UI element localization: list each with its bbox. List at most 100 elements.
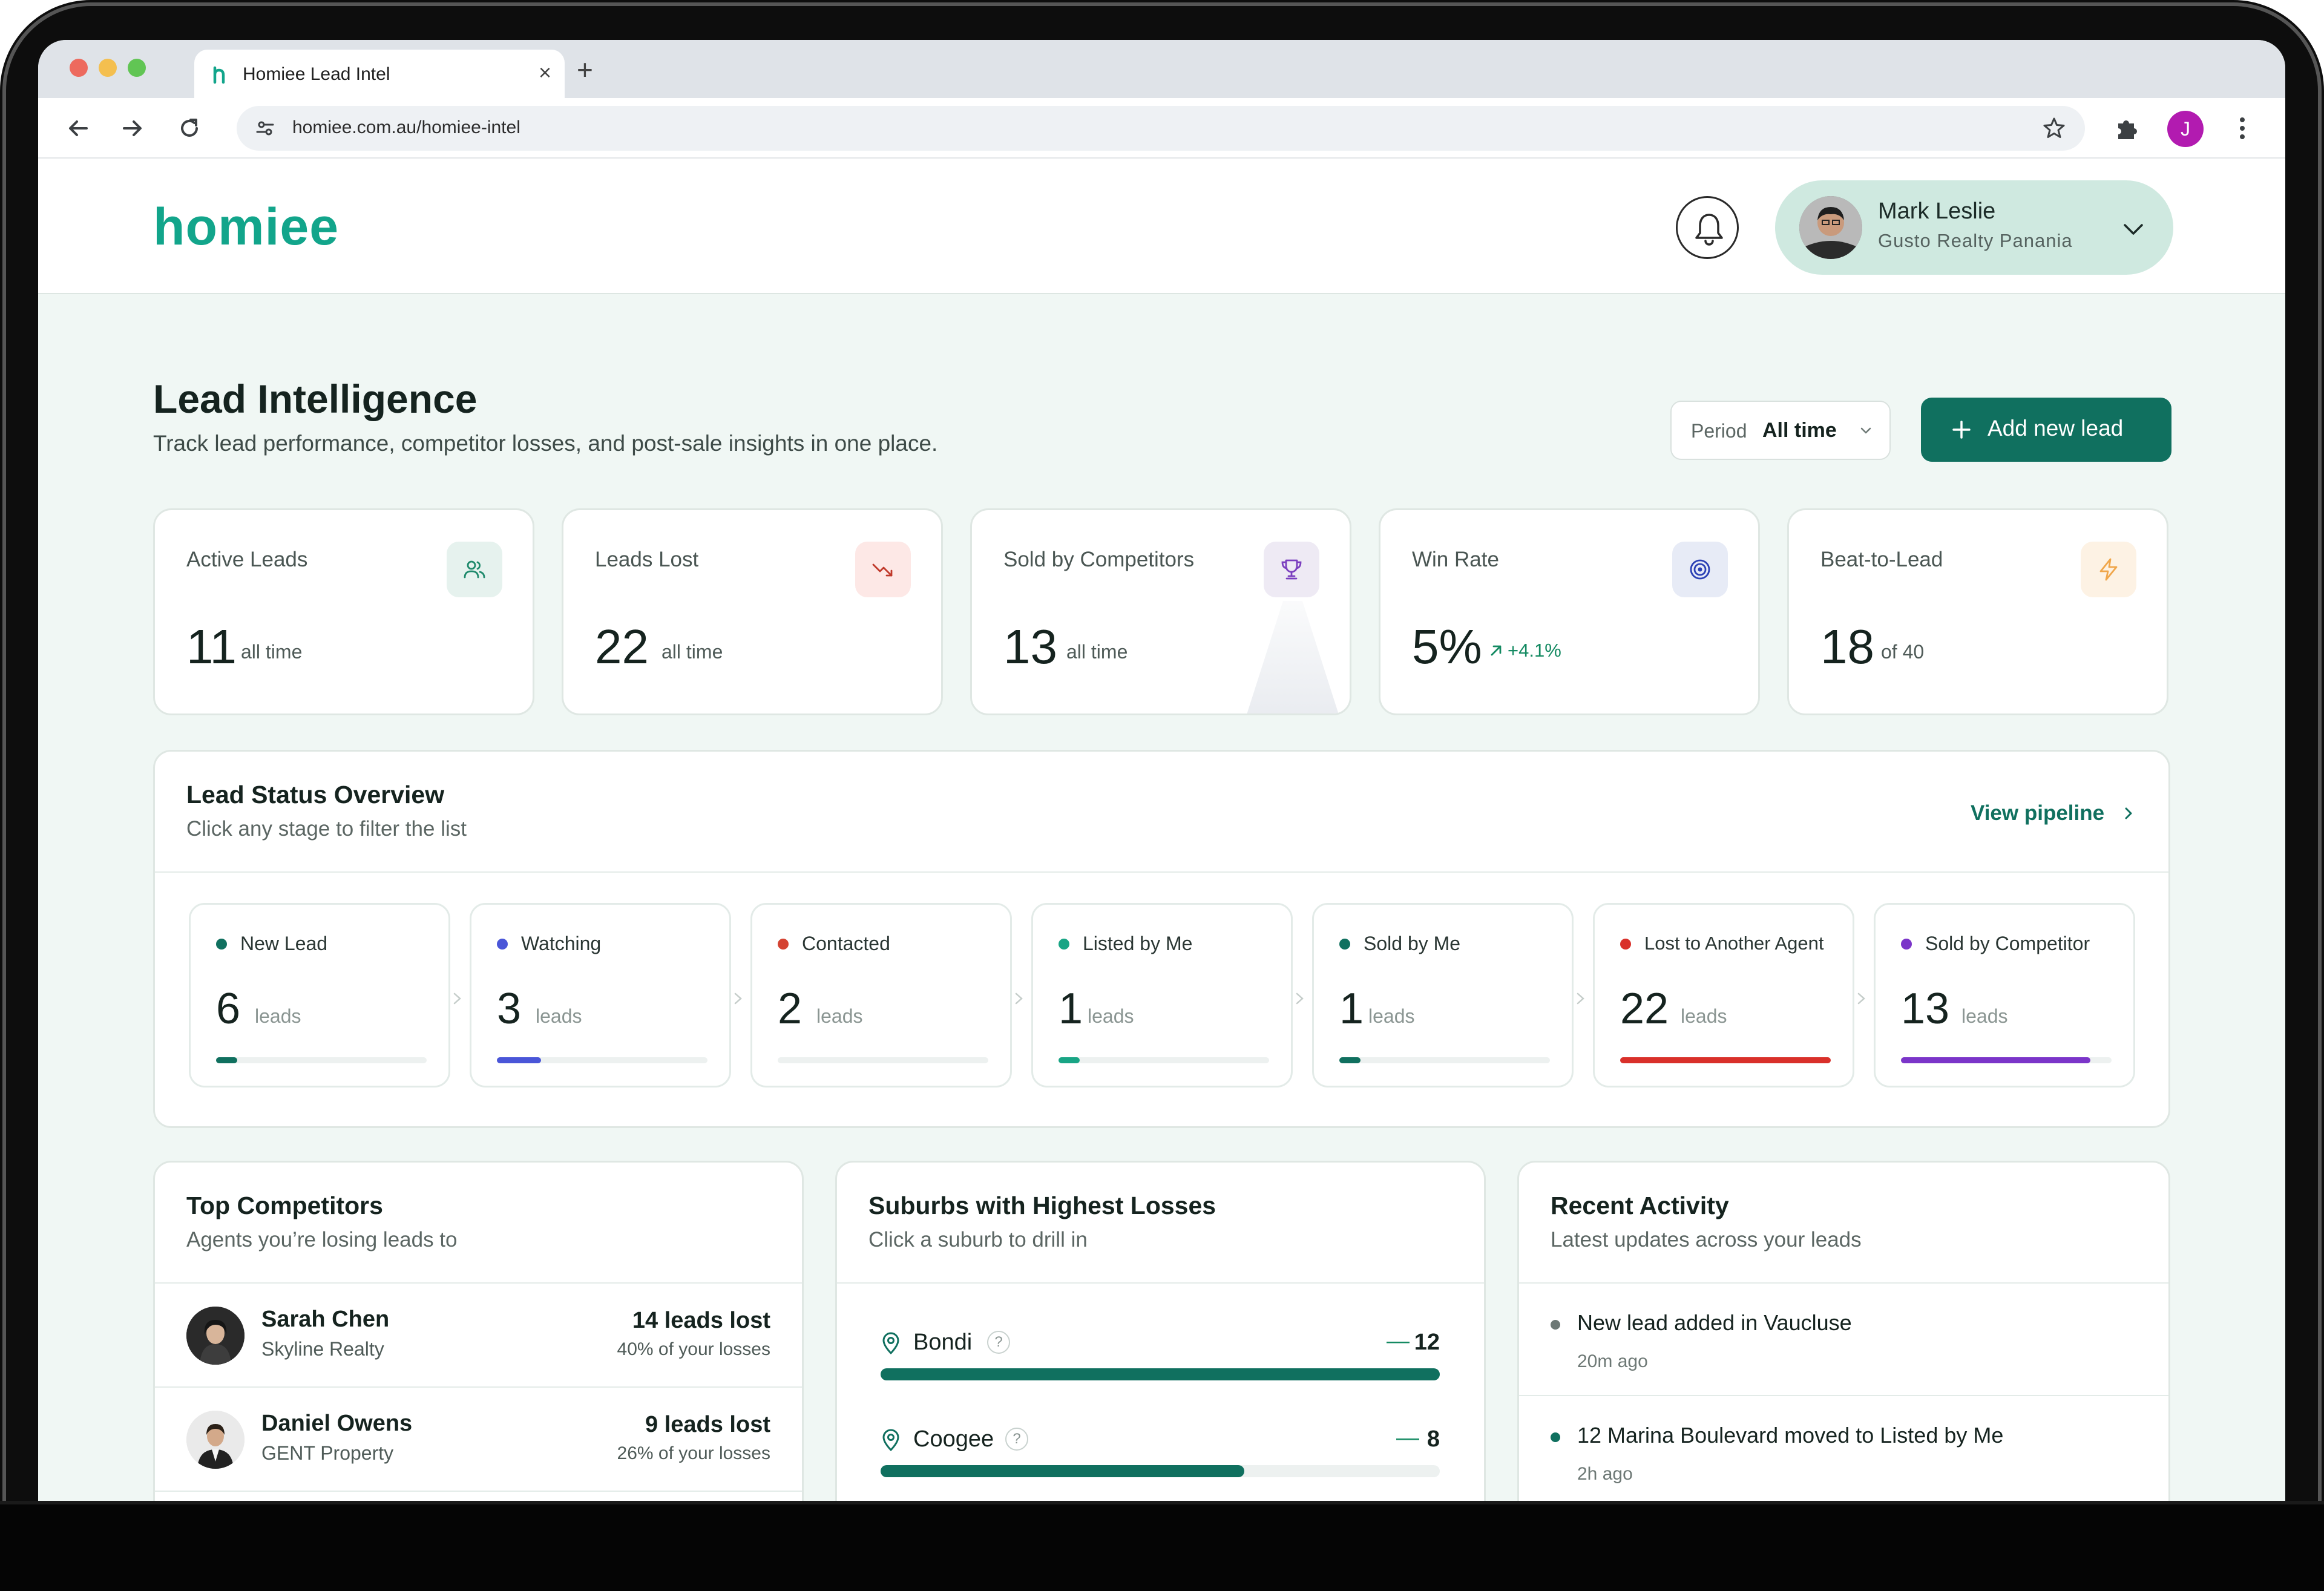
map-pin-icon — [882, 1429, 899, 1451]
panel-subtitle: Click any stage to filter the list — [186, 817, 467, 841]
status-dot — [1339, 939, 1350, 950]
chevron-right-icon — [1015, 992, 1023, 1005]
chevron-right-icon — [453, 992, 461, 1005]
window-close-button[interactable] — [70, 59, 88, 77]
add-new-lead-label: Add new lead — [1988, 416, 2124, 441]
tab-strip: Homiee Lead Intel × + — [38, 40, 2285, 98]
tab-close-icon[interactable]: × — [539, 61, 551, 85]
homiee-logo[interactable]: homiee — [153, 201, 339, 253]
stage-listed-by-me[interactable]: Listed by Me 1 leads — [1031, 903, 1293, 1087]
site-settings-icon[interactable] — [255, 118, 275, 139]
competitor-row-sarah-chen[interactable]: Sarah Chen Skyline Realty 14 leads lost … — [155, 1282, 802, 1386]
stat-card-win-rate[interactable]: Win Rate 5% +4.1% — [1379, 508, 1760, 715]
tab-title: Homiee Lead Intel — [243, 64, 390, 84]
activity-time: 2h ago — [1577, 1464, 1633, 1484]
competitor-loss-share: 40% of your losses — [617, 1339, 770, 1359]
stat-label: Win Rate — [1412, 548, 1499, 571]
map-pin-icon — [882, 1332, 899, 1354]
stat-card-beat-to-lead[interactable]: Beat-to-Lead 18 of 40 — [1787, 508, 2168, 715]
browser-profile-avatar[interactable]: J — [2167, 111, 2204, 147]
competitor-row-daniel-owens[interactable]: Daniel Owens GENT Property 9 leads lost … — [155, 1386, 802, 1491]
chevron-down-icon — [2124, 224, 2143, 235]
page-title: Lead Intelligence — [153, 376, 478, 421]
status-dot — [1620, 939, 1631, 950]
stage-count: 1 — [1339, 985, 1364, 1033]
stage-name: Contacted — [802, 933, 890, 954]
add-new-lead-button[interactable]: Add new lead — [1921, 398, 2171, 462]
stat-label: Active Leads — [186, 548, 308, 571]
stat-unit: of 40 — [1881, 641, 1925, 663]
window-minimize-button[interactable] — [99, 59, 117, 77]
chevron-right-icon[interactable] — [2119, 804, 2138, 823]
divider — [155, 871, 2168, 873]
stat-value: 18 — [1820, 620, 1874, 674]
stat-card-active-leads[interactable]: Active Leads 11 all time — [153, 508, 534, 715]
browser-menu-icon[interactable] — [2235, 114, 2250, 143]
reload-icon[interactable] — [175, 114, 204, 143]
activity-item[interactable]: 12 Marina Boulevard moved to Listed by M… — [1519, 1395, 2168, 1501]
stat-label: Leads Lost — [595, 548, 699, 571]
stage-watching[interactable]: Watching 3 leads — [470, 903, 731, 1087]
page-subtitle: Track lead performance, competitor losse… — [153, 431, 938, 456]
suburb-loss-bar-fill — [881, 1465, 1244, 1477]
stage-new-lead[interactable]: New Lead 6 leads — [189, 903, 450, 1087]
extensions-puzzle-icon[interactable] — [2113, 114, 2142, 143]
activity-text: New lead added in Vaucluse — [1577, 1310, 1852, 1335]
stat-card-sold-by-competitors[interactable]: Sold by Competitors 13 all time — [970, 508, 1351, 715]
user-avatar — [1799, 196, 1862, 259]
stage-name: Lost to Another Agent — [1644, 933, 1824, 954]
stage-name: Sold by Competitor — [1925, 933, 2090, 954]
tab-homiee-lead-intel[interactable]: Homiee Lead Intel × — [194, 50, 565, 98]
period-label: Period — [1691, 420, 1747, 442]
period-value: All time — [1762, 419, 1837, 442]
browser-window: Homiee Lead Intel × + homiee.com.au/homi… — [38, 40, 2285, 1501]
plus-icon — [1952, 421, 1971, 439]
suburb-loss-count: 8 — [1426, 1426, 1440, 1452]
forward-arrow-icon[interactable] — [118, 114, 147, 143]
competitor-agency: Skyline Realty — [261, 1338, 384, 1360]
help-icon[interactable]: ? — [987, 1331, 1010, 1354]
stage-progress-fill — [1901, 1057, 2091, 1063]
activity-item[interactable]: New lead added in Vaucluse 20m ago — [1519, 1282, 2168, 1395]
user-menu[interactable]: Mark Leslie Gusto Realty Panania — [1775, 180, 2173, 275]
stage-progress — [216, 1057, 427, 1063]
competitor-leads-lost: 9 leads lost — [645, 1412, 770, 1437]
competitor-name: Sarah Chen — [261, 1307, 390, 1332]
trend-flat-icon: — — [1387, 1328, 1410, 1354]
view-pipeline-link[interactable]: View pipeline — [1971, 801, 2104, 825]
back-arrow-icon[interactable] — [64, 114, 93, 143]
suburb-row-coogee[interactable]: Coogee ? — 8 — [881, 1425, 1440, 1501]
suburb-row-bondi[interactable]: Bondi ? — 12 — [881, 1328, 1440, 1405]
panel-subtitle: Latest updates across your leads — [1551, 1228, 1862, 1251]
panel-subtitle: Agents you’re losing leads to — [186, 1228, 458, 1251]
suburb-name: Coogee — [913, 1426, 994, 1452]
bookmark-star-icon[interactable] — [2041, 116, 2067, 141]
new-tab-icon[interactable]: + — [577, 56, 593, 84]
period-select[interactable]: Period All time — [1670, 401, 1891, 460]
address-bar[interactable]: homiee.com.au/homiee-intel — [237, 106, 2085, 151]
panel-title: Lead Status Overview — [186, 781, 445, 809]
suburb-loss-bar — [881, 1465, 1440, 1477]
trending-down-icon — [855, 542, 911, 597]
stage-unit: leads — [1368, 1005, 1415, 1027]
chevron-right-icon — [734, 992, 742, 1005]
user-agency: Gusto Realty Panania — [1878, 230, 2073, 251]
panel-subtitle: Click a suburb to drill in — [868, 1228, 1088, 1251]
chevron-right-icon — [1857, 992, 1865, 1005]
help-icon[interactable]: ? — [1005, 1428, 1028, 1451]
stage-lost-to-another-agent[interactable]: Lost to Another Agent 22 leads — [1593, 903, 1854, 1087]
notifications-button[interactable] — [1676, 196, 1739, 259]
stage-sold-by-me[interactable]: Sold by Me 1 leads — [1312, 903, 1574, 1087]
homiee-favicon-icon — [213, 66, 225, 84]
stat-card-leads-lost[interactable]: Leads Lost 22 all time — [562, 508, 943, 715]
stage-contacted[interactable]: Contacted 2 leads — [750, 903, 1012, 1087]
window-zoom-button[interactable] — [128, 59, 146, 77]
stage-unit: leads — [1961, 1005, 2008, 1027]
user-name: Mark Leslie — [1878, 198, 1996, 224]
stage-sold-by-competitor[interactable]: Sold by Competitor 13 leads — [1874, 903, 2135, 1087]
competitor-row[interactable] — [155, 1491, 802, 1501]
stage-unit: leads — [536, 1005, 582, 1027]
stat-value: 13 — [1003, 620, 1057, 674]
activity-dot — [1551, 1432, 1560, 1442]
address-url: homiee.com.au/homiee-intel — [292, 117, 520, 137]
